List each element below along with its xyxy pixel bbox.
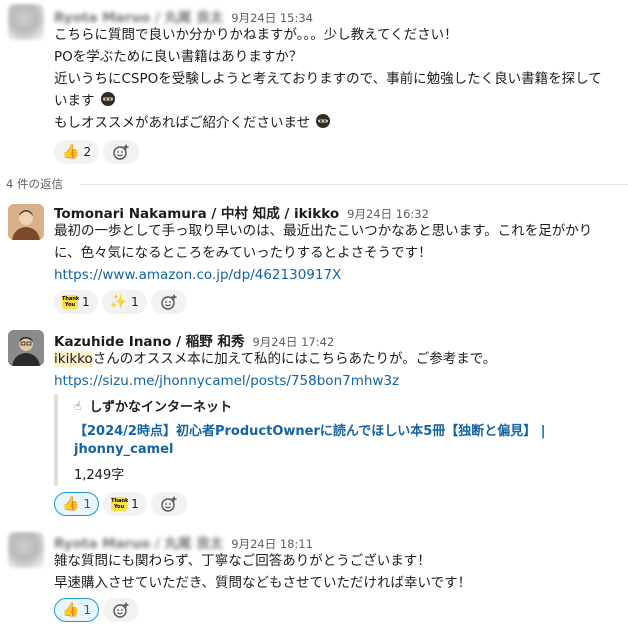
reaction-thumbsup[interactable]: 👍 1 — [54, 598, 100, 622]
preview-author-link[interactable]: jhonny_camel — [74, 442, 173, 457]
avatar[interactable] — [8, 330, 44, 366]
add-reaction-icon — [113, 144, 129, 160]
message-text: もしオススメがあればご紹介くださいませ — [54, 112, 331, 134]
link-preview: ☝ しずかなインターネット 【2024/2時点】初心者ProductOwnerに… — [54, 394, 554, 486]
reaction-count: 1 — [131, 295, 139, 309]
reaction-sparkles[interactable]: ✨ 1 — [101, 290, 147, 314]
author-name[interactable]: Ryota Maruo / 丸尾 良太 — [54, 6, 223, 26]
reaction-count: 1 — [131, 497, 139, 511]
message-text: に、色々気になるところをみていったりするとよさそうです！ — [54, 245, 432, 261]
add-reaction-button[interactable] — [103, 598, 140, 622]
preview-title-link[interactable]: 【2024/2時点】初心者ProductOwnerに読んでほしい本5冊【独断と偏… — [74, 420, 546, 439]
ninja-emoji-icon — [316, 114, 331, 128]
amazon-link[interactable]: https://www.amazon.co.jp/dp/462130917X — [54, 264, 341, 286]
thumbsup-icon: 👍 — [62, 602, 80, 618]
reaction-thankyou[interactable]: Thank You 1 — [103, 492, 147, 516]
add-reaction-button[interactable] — [103, 140, 140, 164]
sparkles-icon: ✨ — [109, 294, 128, 310]
thumbsup-icon: 👍 — [62, 496, 80, 512]
hand-icon: ☝ — [74, 398, 82, 413]
avatar[interactable] — [8, 4, 44, 40]
thank-you-emoji-icon: Thank You — [111, 497, 129, 511]
message-text: 早速購入させていただき、質問などもさせていただければ幸いです！ — [54, 575, 472, 591]
reaction-count: 1 — [83, 497, 92, 511]
author-name[interactable]: Kazuhide Inano / 稲野 和秀 — [54, 330, 244, 350]
add-reaction-button[interactable] — [150, 290, 187, 314]
reaction-count: 1 — [83, 603, 92, 617]
reaction-count: 1 — [82, 295, 90, 309]
author-name[interactable]: Tomonari Nakamura / 中村 知成 / ikikko — [54, 202, 339, 222]
message-text: います — [54, 90, 116, 112]
avatar-image — [8, 204, 44, 240]
reply-count: 4 件の返信 — [6, 176, 69, 192]
add-reaction-icon — [161, 294, 177, 310]
add-reaction-icon — [113, 602, 129, 618]
reaction-thumbsup[interactable]: 👍 2 — [54, 140, 100, 164]
reaction-thankyou[interactable]: Thank You 1 — [54, 290, 98, 314]
avatar-image — [8, 330, 44, 366]
preview-site: ☝ しずかなインターネット — [74, 396, 233, 416]
preview-site-name: しずかなインターネット — [89, 400, 233, 415]
thumbsup-icon: 👍 — [62, 144, 80, 160]
message-text-part: います — [54, 93, 95, 109]
thank-you-emoji-icon: Thank You — [62, 295, 80, 309]
ninja-emoji-icon — [100, 92, 115, 106]
message-text: 最初の一歩として手っ取り早いのは、最近出たこいつかなあと思います。これを足がかり — [54, 223, 593, 239]
preview-char-count: 1,249字 — [74, 468, 125, 483]
message-text: POを学ぶために良い書籍はありますか？ — [54, 49, 303, 65]
add-reaction-icon — [161, 496, 177, 512]
thread-reply-divider: 4 件の返信 — [0, 176, 628, 192]
message-text-part: さんのオススメ本に加えて私的にはこちらあたりが。ご参考まで。 — [92, 351, 497, 367]
avatar[interactable] — [8, 204, 44, 240]
reaction-thumbsup[interactable]: 👍 1 — [54, 492, 100, 516]
message-text: こちらに質問で良いか分かりかねますが。。。少し教えてください！ — [54, 27, 458, 43]
reaction-count: 2 — [83, 145, 92, 159]
user-mention[interactable]: ikikko — [54, 351, 93, 367]
message-text-part: もしオススメがあればご紹介くださいませ — [54, 115, 311, 131]
add-reaction-button[interactable] — [150, 492, 187, 516]
sizu-link[interactable]: https://sizu.me/jhonnycamel/posts/758bon… — [54, 370, 399, 392]
author-name[interactable]: Ryota Maruo / 丸尾 良太 — [54, 532, 223, 552]
message-text: ikikkoさんのオススメ本に加えて私的にはこちらあたりが。ご参考まで。 — [54, 348, 496, 370]
message-text: 雑な質問にも関わらず、丁寧なご回答ありがとうございます！ — [54, 553, 431, 569]
message-text: 近いうちにCSPOを受験しようと考えておりますので、事前に勉強したく良い書籍を探… — [54, 71, 602, 87]
avatar[interactable] — [8, 532, 44, 568]
